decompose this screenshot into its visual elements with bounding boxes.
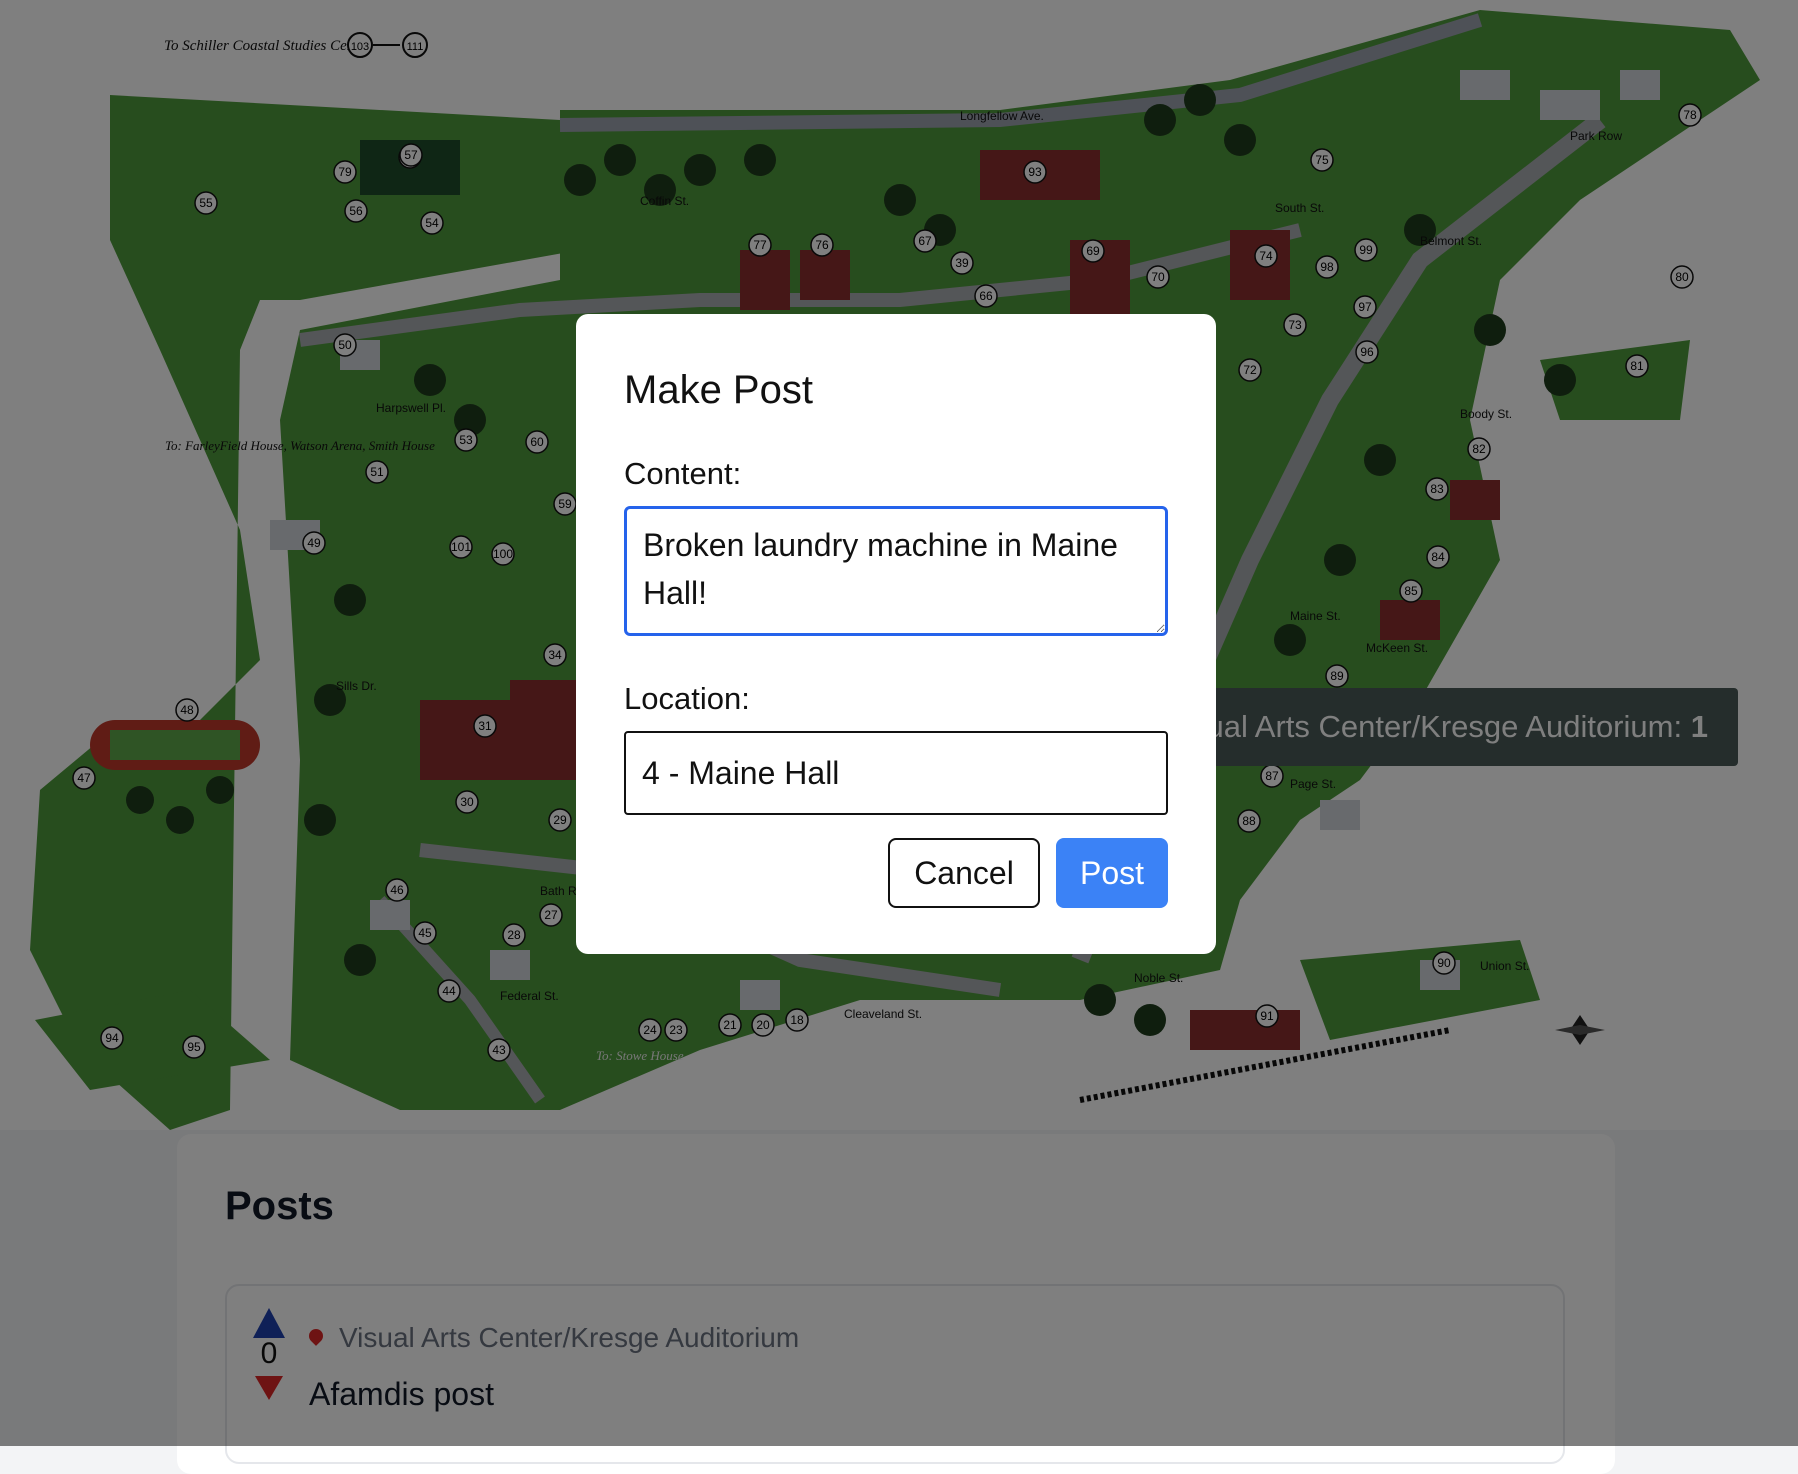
post-button[interactable]: Post — [1056, 838, 1168, 908]
content-textarea[interactable]: Broken laundry machine in Maine Hall! — [624, 506, 1168, 636]
dialog-title: Make Post — [624, 368, 813, 412]
content-label: Content: — [624, 456, 742, 491]
location-input[interactable] — [624, 731, 1168, 815]
cancel-button[interactable]: Cancel — [888, 838, 1040, 908]
location-label: Location: — [624, 681, 750, 716]
make-post-dialog: Make Post Content: Broken laundry machin… — [576, 314, 1216, 954]
